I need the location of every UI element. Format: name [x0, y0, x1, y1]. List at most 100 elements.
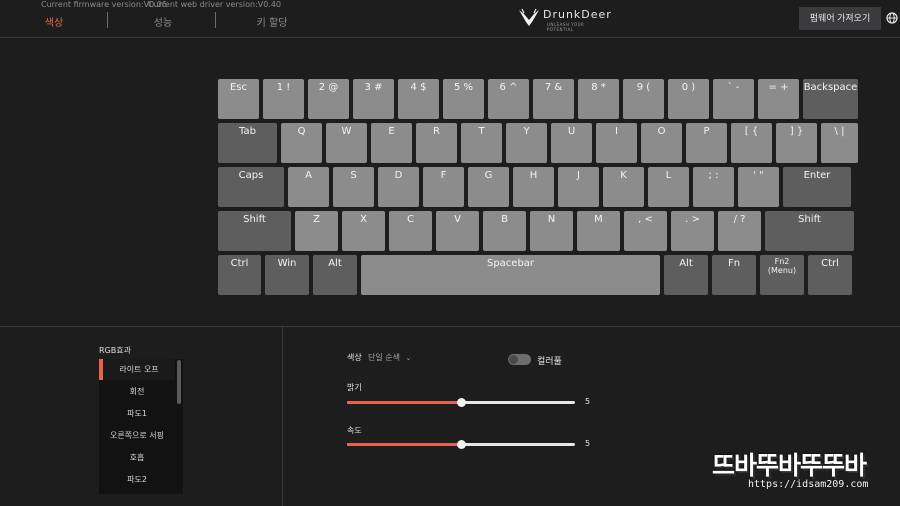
key[interactable]: 5 % — [443, 79, 484, 119]
brightness-label: 밝기 — [347, 383, 362, 392]
key[interactable]: T — [461, 123, 502, 163]
key[interactable]: Caps — [218, 167, 284, 207]
key[interactable]: Z — [295, 211, 338, 251]
key[interactable]: Enter — [783, 167, 851, 207]
key[interactable]: Ctrl — [218, 255, 261, 295]
key[interactable]: ` - — [713, 79, 754, 119]
key[interactable]: Shift — [218, 211, 291, 251]
key[interactable]: 6 ^ — [488, 79, 529, 119]
brightness-slider-thumb[interactable] — [457, 398, 466, 407]
key[interactable]: E — [371, 123, 412, 163]
key[interactable]: G — [468, 167, 509, 207]
key[interactable]: 4 $ — [398, 79, 439, 119]
key[interactable]: I — [596, 123, 637, 163]
key[interactable]: C — [389, 211, 432, 251]
key[interactable]: Shift — [765, 211, 854, 251]
panel-divider — [282, 326, 283, 506]
colorful-toggle[interactable] — [508, 354, 531, 365]
effect-item[interactable]: 오른쪽으로 서핑 — [99, 425, 175, 446]
tab-color[interactable]: 색상 — [44, 14, 64, 29]
key[interactable]: [ { — [731, 123, 772, 163]
key[interactable]: O — [641, 123, 682, 163]
effect-item[interactable]: 파도1 — [99, 403, 175, 424]
key[interactable]: 0 ) — [668, 79, 709, 119]
globe-icon[interactable] — [886, 12, 898, 24]
key[interactable]: ' " — [738, 167, 779, 207]
deer-logo-icon — [519, 8, 539, 26]
key[interactable]: Esc — [218, 79, 259, 119]
watermark-url: https://idsam209.com — [748, 479, 869, 490]
key[interactable]: 9 ( — [623, 79, 664, 119]
key[interactable]: 3 # — [353, 79, 394, 119]
key[interactable]: V — [436, 211, 479, 251]
key[interactable]: R — [416, 123, 457, 163]
toggle-knob — [509, 355, 518, 364]
speed-slider[interactable] — [347, 440, 575, 449]
key[interactable]: D — [378, 167, 419, 207]
speed-slider-fill — [347, 443, 461, 446]
key[interactable]: Spacebar — [361, 255, 660, 295]
chevron-down-icon: ⌄ — [405, 354, 412, 362]
effect-item[interactable]: 회전 — [99, 381, 175, 402]
colorful-label: 컬러풀 — [537, 357, 562, 367]
key[interactable]: L — [648, 167, 689, 207]
key[interactable]: U — [551, 123, 592, 163]
section-divider — [0, 326, 900, 327]
key[interactable]: Ctrl — [808, 255, 852, 295]
effects-scrollbar[interactable] — [177, 360, 181, 404]
key[interactable]: / ? — [718, 211, 761, 251]
key[interactable]: N — [530, 211, 573, 251]
key[interactable]: A — [288, 167, 329, 207]
key[interactable]: S — [333, 167, 374, 207]
key[interactable]: ; : — [693, 167, 734, 207]
key[interactable]: Fn — [712, 255, 756, 295]
key[interactable]: ] } — [776, 123, 817, 163]
brightness-value: 5 — [585, 397, 591, 406]
logo-tagline: UNLEASH YOUR POTENTIAL — [547, 22, 585, 32]
key[interactable]: Y — [506, 123, 547, 163]
effect-item[interactable]: 라이트 오프 — [99, 359, 175, 380]
rgb-effects-title: RGB효과 — [99, 346, 131, 355]
color-mode-dropdown[interactable]: 단일 순색 ⌄ — [368, 352, 411, 363]
key[interactable]: F — [423, 167, 464, 207]
key[interactable]: K — [603, 167, 644, 207]
key[interactable]: . > — [671, 211, 714, 251]
key[interactable]: M — [577, 211, 620, 251]
key[interactable]: X — [342, 211, 385, 251]
firmware-update-button[interactable]: 펌웨어 가져오기 — [799, 7, 881, 30]
driver-version: Current web driver version:V0.40 — [148, 0, 282, 9]
watermark: 뜨바뚜바뚜뚜바 https://idsam209.com — [712, 446, 892, 498]
rgb-effects-list: 라이트 오프 회전 파도1 오른쪽으로 서핑 호흡 파도2 — [99, 359, 183, 494]
key[interactable]: Backspace — [803, 79, 858, 119]
key[interactable]: Tab — [218, 123, 277, 163]
key[interactable]: \ | — [821, 123, 858, 163]
key[interactable]: P — [686, 123, 727, 163]
key[interactable]: B — [483, 211, 526, 251]
key[interactable]: H — [513, 167, 554, 207]
key[interactable]: 8 * — [578, 79, 619, 119]
logo-text: DrunkDeer — [543, 8, 612, 21]
watermark-title: 뜨바뚜바뚜뚜바 — [712, 451, 867, 480]
tab-key-assign[interactable]: 키 할당 — [254, 14, 290, 29]
speed-slider-thumb[interactable] — [457, 440, 466, 449]
key[interactable]: J — [558, 167, 599, 207]
tab-separator — [107, 12, 108, 28]
key[interactable]: Fn2 (Menu) — [760, 255, 804, 295]
key[interactable]: Q — [281, 123, 322, 163]
brightness-slider[interactable] — [347, 398, 575, 407]
color-mode-value: 단일 순색 — [368, 353, 400, 362]
key[interactable]: = + — [758, 79, 799, 119]
key[interactable]: Win — [265, 255, 309, 295]
effect-item[interactable]: 파도2 — [99, 469, 175, 490]
key[interactable]: 2 @ — [308, 79, 349, 119]
key[interactable]: 7 & — [533, 79, 574, 119]
tab-performance[interactable]: 성능 — [151, 14, 175, 29]
key[interactable]: 1 ! — [263, 79, 304, 119]
speed-label: 속도 — [347, 426, 362, 435]
key[interactable]: , < — [624, 211, 667, 251]
effect-item[interactable]: 호흡 — [99, 447, 175, 468]
key[interactable]: Alt — [313, 255, 357, 295]
key[interactable]: W — [326, 123, 367, 163]
brightness-slider-fill — [347, 401, 461, 404]
key[interactable]: Alt — [664, 255, 708, 295]
